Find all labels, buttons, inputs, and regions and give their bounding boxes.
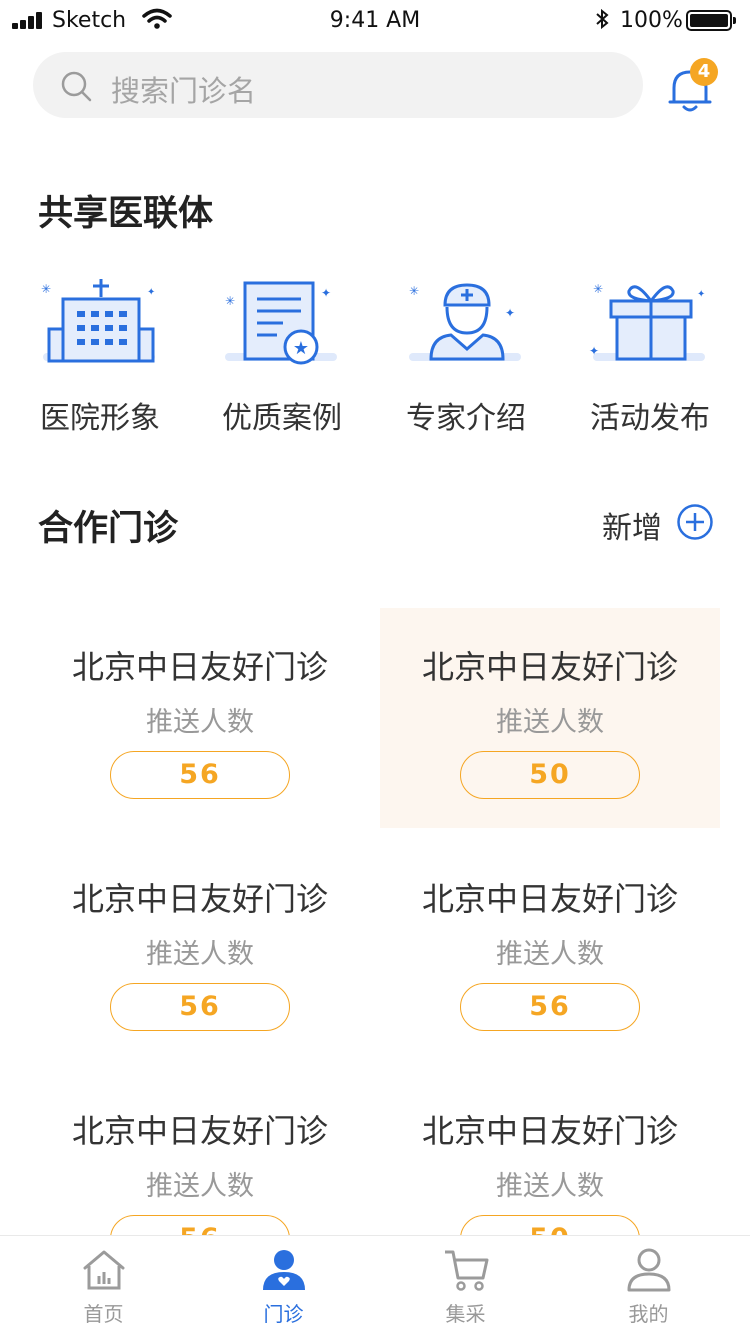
case-document-icon: ★ ✳ ✦ bbox=[225, 281, 337, 365]
add-clinic-label[interactable]: 新增 bbox=[602, 503, 662, 547]
tab-purchase[interactable]: 集采 bbox=[372, 1236, 559, 1334]
battery-icon bbox=[686, 10, 736, 31]
tab-label: 我的 bbox=[628, 1302, 669, 1326]
tab-profile[interactable]: 我的 bbox=[555, 1236, 742, 1334]
clinic-card[interactable]: 北京中日友好门诊 推送人数 56 bbox=[380, 840, 720, 1060]
add-circle-icon[interactable] bbox=[676, 503, 714, 541]
clinic-metric-label: 推送人数 bbox=[146, 707, 254, 738]
clinic-metric-label: 推送人数 bbox=[146, 1171, 254, 1202]
profile-icon bbox=[627, 1248, 670, 1292]
search-icon bbox=[61, 71, 92, 102]
bluetooth-icon bbox=[596, 8, 609, 30]
tab-label: 集采 bbox=[445, 1302, 486, 1326]
clinic-name: 北京中日友好门诊 bbox=[71, 648, 328, 686]
doctor-icon: ✳✦ bbox=[409, 283, 521, 361]
gift-icon: ✳ ✦ ✦ bbox=[589, 282, 705, 361]
section-title-alliance: 共享医联体 bbox=[38, 194, 214, 234]
status-bar: Sketch 9:41 AM 100% bbox=[0, 0, 750, 40]
feature-label: 优质案例 bbox=[222, 401, 342, 436]
svg-text:✦: ✦ bbox=[147, 287, 155, 298]
notification-badge: 4 bbox=[690, 58, 718, 86]
clinic-count-badge: 50 bbox=[460, 751, 640, 799]
clinic-metric-label: 推送人数 bbox=[496, 1171, 604, 1202]
feature-label: 专家介绍 bbox=[406, 401, 526, 436]
clinic-metric-label: 推送人数 bbox=[496, 707, 604, 738]
feature-quality-cases[interactable]: ★ ✳ ✦ 优质案例 bbox=[192, 275, 372, 437]
cart-icon bbox=[444, 1250, 488, 1291]
svg-text:✦: ✦ bbox=[697, 289, 705, 300]
svg-text:✳: ✳ bbox=[593, 282, 603, 296]
tab-label: 门诊 bbox=[263, 1302, 304, 1326]
clinic-metric-label: 推送人数 bbox=[496, 939, 604, 970]
search-input[interactable]: 搜索门诊名 bbox=[33, 52, 643, 118]
clinic-icon bbox=[262, 1250, 305, 1290]
clinic-name: 北京中日友好门诊 bbox=[71, 880, 328, 918]
clinic-metric-label: 推送人数 bbox=[146, 939, 254, 970]
clinic-count-badge: 56 bbox=[110, 751, 290, 799]
home-icon bbox=[83, 1250, 124, 1290]
svg-text:✳: ✳ bbox=[225, 294, 235, 308]
svg-text:✦: ✦ bbox=[589, 344, 599, 358]
feature-expert-intro[interactable]: ✳ ✦ 专家介绍 bbox=[376, 275, 556, 437]
svg-text:✦: ✦ bbox=[321, 286, 331, 300]
feature-label: 活动发布 bbox=[590, 401, 710, 436]
clinic-name: 北京中日友好门诊 bbox=[71, 1112, 328, 1150]
clinic-name: 北京中日友好门诊 bbox=[421, 880, 678, 918]
battery-percent: 100% bbox=[620, 8, 683, 33]
clinic-card[interactable]: 北京中日友好门诊 推送人数 56 bbox=[30, 608, 370, 828]
clinic-name: 北京中日友好门诊 bbox=[421, 1112, 678, 1150]
clinic-card-selected[interactable]: 北京中日友好门诊 推送人数 50 bbox=[380, 608, 720, 828]
svg-text:★: ★ bbox=[293, 338, 309, 359]
feature-hospital-image[interactable]: ✳ ✦ 医院形象 bbox=[10, 275, 190, 437]
hospital-icon: ✳ ✦ bbox=[41, 279, 155, 363]
clinic-count-badge: 56 bbox=[460, 983, 640, 1031]
feature-activity-release[interactable]: ✳ ✦ ✦ 活动发布 bbox=[560, 275, 740, 437]
section-title-clinics: 合作门诊 bbox=[38, 509, 179, 549]
tab-home[interactable]: 首页 bbox=[10, 1236, 197, 1334]
svg-text:✳: ✳ bbox=[409, 284, 419, 298]
clinic-name: 北京中日友好门诊 bbox=[421, 648, 678, 686]
clinic-card[interactable]: 北京中日友好门诊 推送人数 56 bbox=[30, 840, 370, 1060]
svg-text:✳: ✳ bbox=[41, 282, 51, 296]
tab-clinic[interactable]: 门诊 bbox=[190, 1236, 377, 1334]
search-placeholder: 搜索门诊名 bbox=[111, 74, 257, 108]
svg-text:✦: ✦ bbox=[505, 306, 515, 320]
clinic-count-badge: 56 bbox=[110, 983, 290, 1031]
tab-label: 首页 bbox=[83, 1302, 124, 1326]
feature-label: 医院形象 bbox=[40, 401, 160, 436]
tab-bar: 首页 门诊 集采 我的 bbox=[0, 1235, 750, 1334]
